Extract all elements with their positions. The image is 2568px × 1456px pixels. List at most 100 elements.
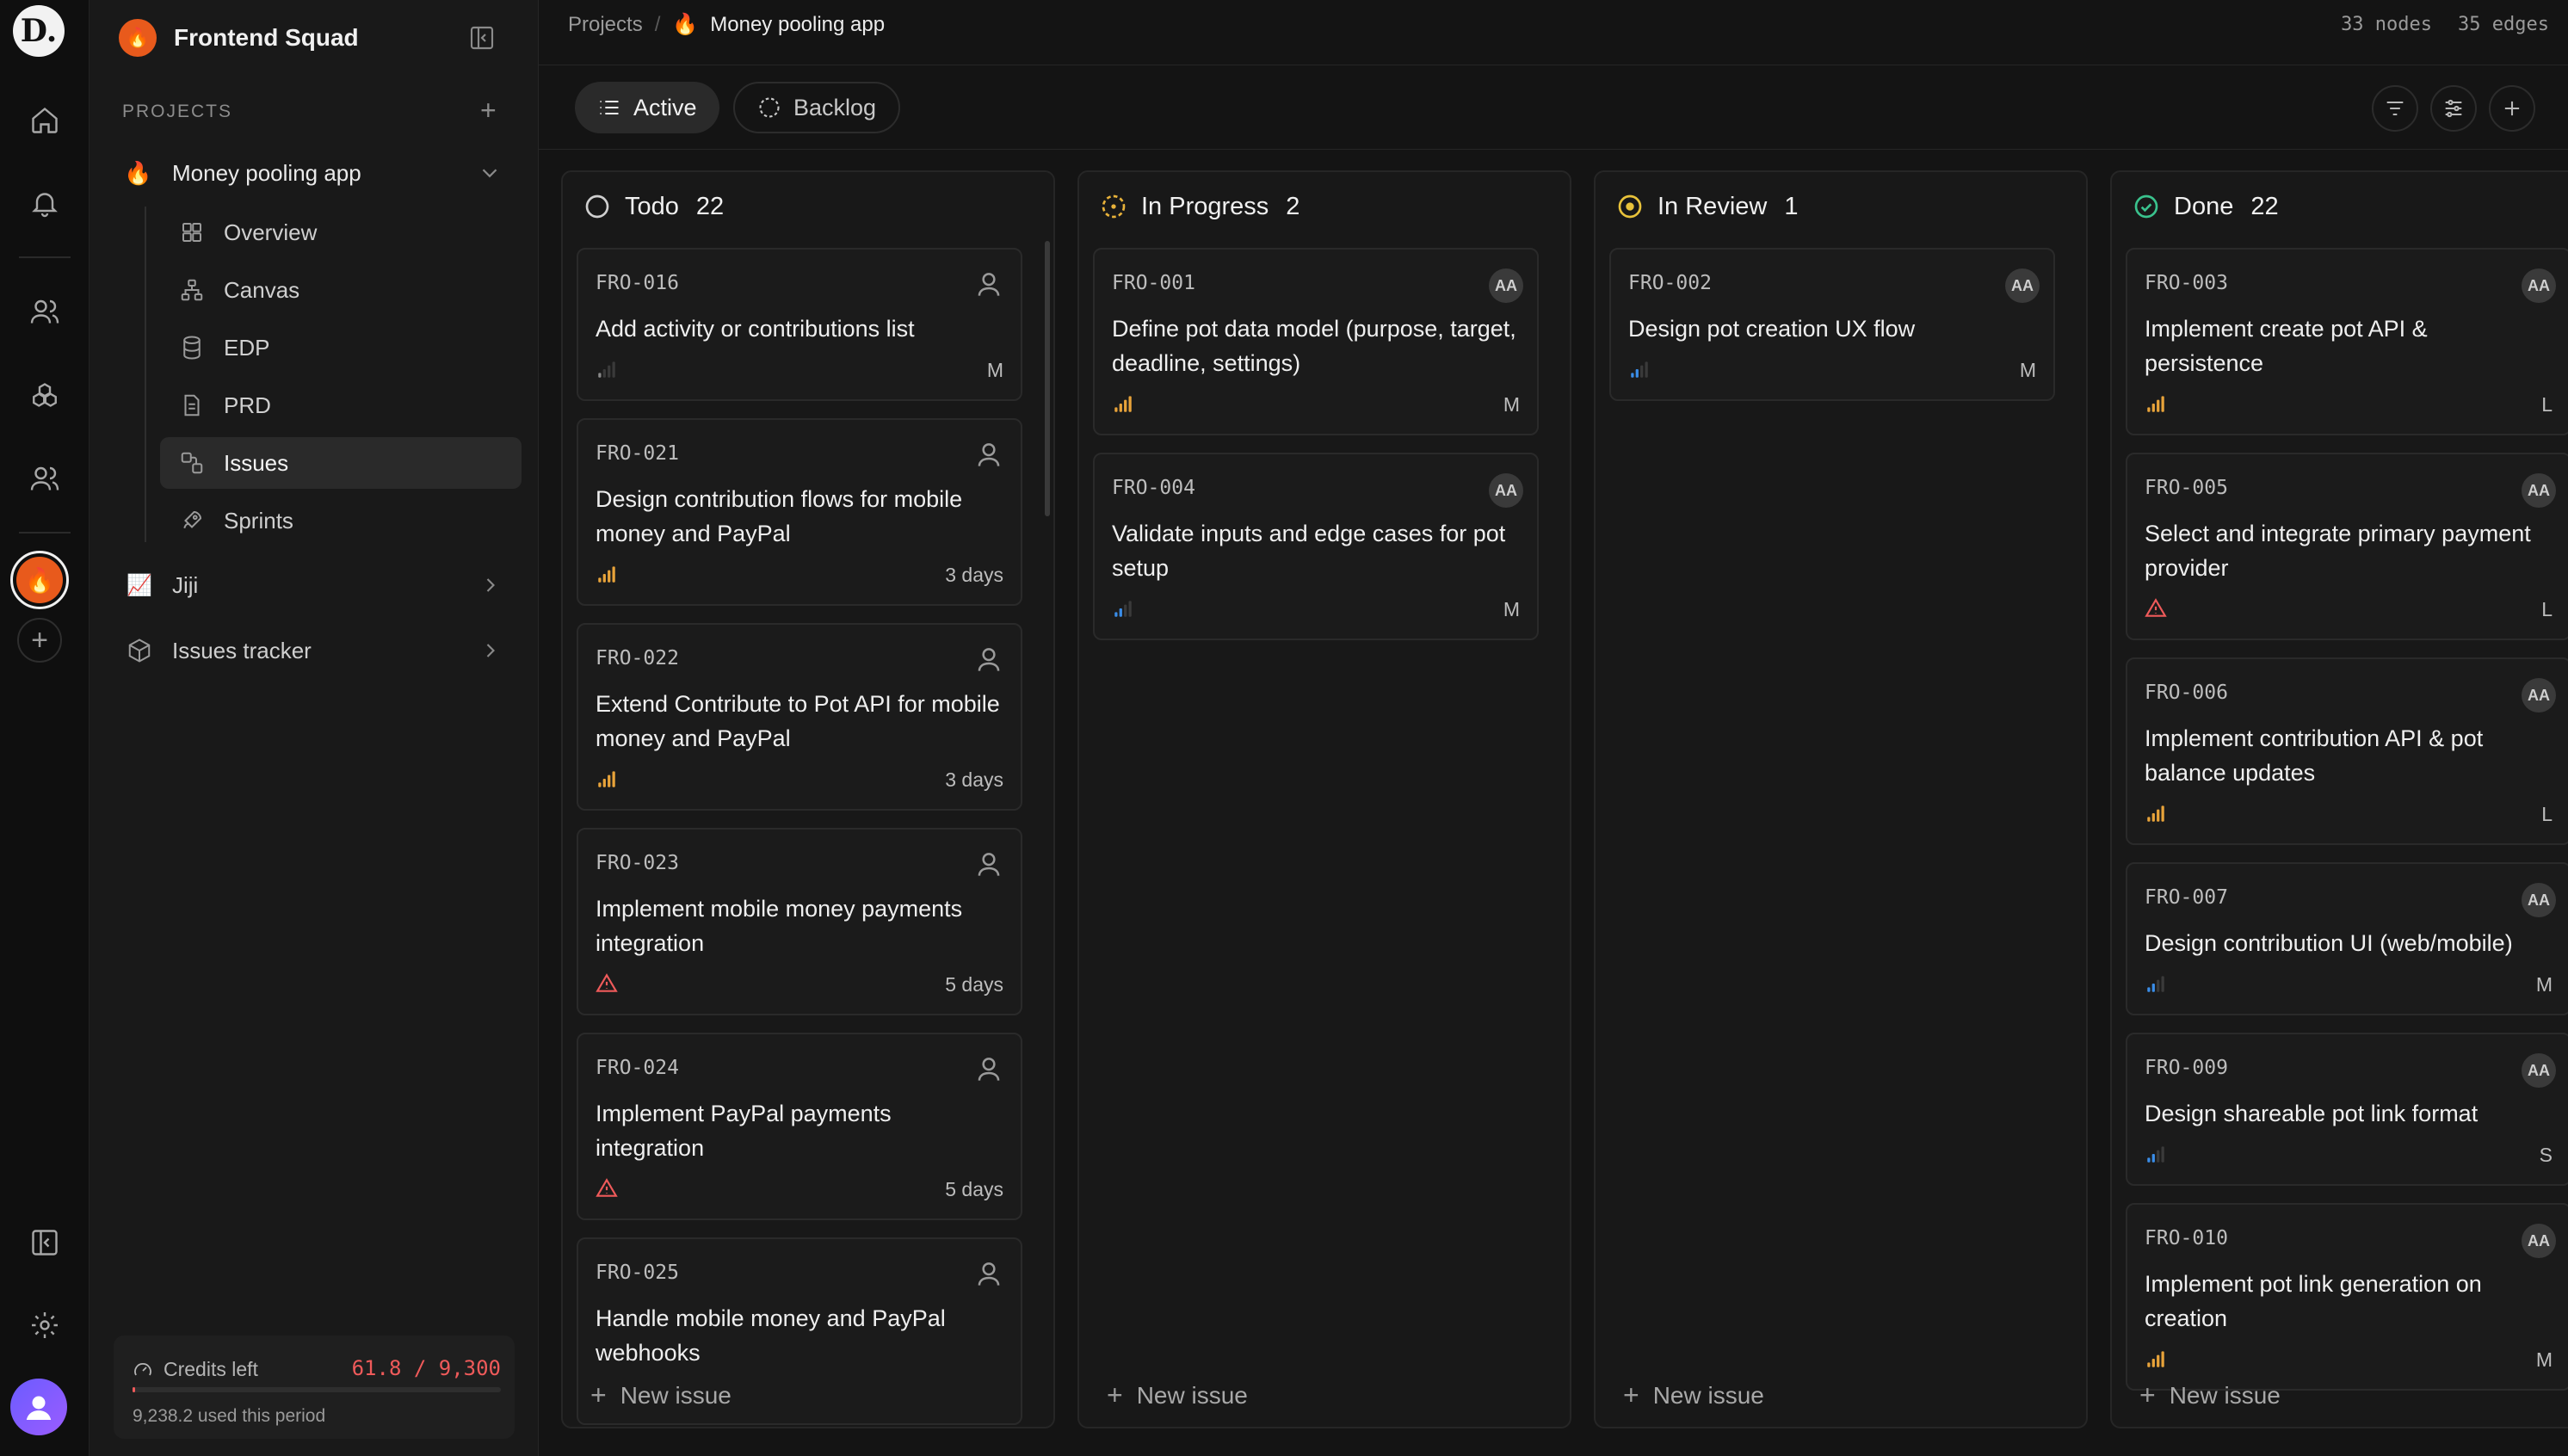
sidebar-item-issues[interactable]: Issues bbox=[160, 437, 522, 489]
issue-id: FRO-023 bbox=[596, 852, 679, 874]
priority-low-icon[interactable] bbox=[596, 358, 618, 380]
issue-id: FRO-010 bbox=[2145, 1227, 2228, 1249]
add-project-button[interactable]: + bbox=[17, 618, 62, 663]
priority-high-icon[interactable] bbox=[596, 563, 618, 585]
scrollbar[interactable] bbox=[1045, 241, 1050, 516]
column-done: Done 22 FRO-003 AA Implement create pot AP… bbox=[2110, 170, 2568, 1428]
unassigned-user-icon[interactable] bbox=[972, 439, 1005, 472]
new-issue-button[interactable]: + New issue bbox=[590, 1379, 732, 1411]
modules-icon[interactable] bbox=[19, 370, 71, 422]
sidebar-item-prd[interactable]: PRD bbox=[160, 379, 522, 431]
priority-medium-icon[interactable] bbox=[1112, 597, 1134, 620]
issue-estimate: L bbox=[2541, 393, 2553, 416]
active-project-avatar[interactable]: 🔥 bbox=[10, 551, 69, 609]
assignee-avatar[interactable]: AA bbox=[2522, 883, 2556, 917]
unassigned-user-icon[interactable] bbox=[972, 1053, 1005, 1086]
column-count: 1 bbox=[1784, 192, 1799, 220]
collapse-sidebar-icon[interactable] bbox=[468, 24, 496, 52]
assignee-avatar[interactable]: AA bbox=[2005, 268, 2040, 303]
sidebar-item-overview[interactable]: Overview bbox=[160, 207, 522, 258]
assignee-avatar[interactable]: AA bbox=[1489, 473, 1523, 508]
priority-medium-icon[interactable] bbox=[2145, 972, 2167, 995]
sidebar-toggle-icon[interactable] bbox=[19, 1217, 71, 1268]
assignee-avatar[interactable]: AA bbox=[1489, 268, 1523, 303]
user-avatar[interactable] bbox=[10, 1379, 67, 1435]
new-issue-button[interactable]: + New issue bbox=[1107, 1379, 1248, 1411]
issue-card[interactable]: FRO-006 AA Implement contribution API & po… bbox=[2126, 657, 2568, 845]
new-issue-button[interactable]: + New issue bbox=[1623, 1379, 1764, 1411]
priority-urgent-icon[interactable] bbox=[2145, 597, 2167, 620]
priority-urgent-icon[interactable] bbox=[596, 1177, 618, 1200]
issue-card[interactable]: FRO-005 AA Select and integrate primary pa… bbox=[2126, 453, 2568, 640]
filter-button[interactable] bbox=[2372, 85, 2418, 132]
issue-card[interactable]: FRO-016 Add activity or contributions lis… bbox=[577, 248, 1022, 401]
unassigned-user-icon[interactable] bbox=[972, 848, 1005, 881]
grid-icon bbox=[182, 223, 201, 242]
sidebar-item-sprints[interactable]: Sprints bbox=[160, 495, 522, 546]
priority-urgent-icon[interactable] bbox=[596, 972, 618, 995]
new-issue-button[interactable]: + New issue bbox=[2139, 1379, 2281, 1411]
issue-card[interactable]: FRO-002 AA Design pot creation UX flow M bbox=[1609, 248, 2055, 401]
issue-id: FRO-002 bbox=[1628, 272, 1712, 294]
issue-title: Design contribution flows for mobile mon… bbox=[596, 486, 963, 546]
breadcrumb-projects[interactable]: Projects bbox=[568, 13, 643, 37]
home-icon[interactable] bbox=[19, 95, 71, 146]
unassigned-user-icon[interactable] bbox=[972, 1258, 1005, 1291]
issue-card[interactable]: FRO-007 AA Design contribution UI (web/mob… bbox=[2126, 862, 2568, 1015]
team-switcher[interactable]: 🔥 Frontend Squad bbox=[119, 19, 359, 57]
add-issue-button[interactable] bbox=[2489, 85, 2535, 132]
issue-card[interactable]: FRO-024 Implement PayPal payments integra… bbox=[577, 1033, 1022, 1220]
assignee-avatar[interactable]: AA bbox=[2522, 678, 2556, 713]
team-icon[interactable] bbox=[19, 453, 71, 504]
users-icon[interactable] bbox=[19, 286, 71, 337]
sidebar-item-canvas[interactable]: Canvas bbox=[160, 264, 522, 316]
issue-estimate: M bbox=[1503, 393, 1520, 416]
assignee-avatar[interactable]: AA bbox=[2522, 1224, 2556, 1258]
priority-high-icon[interactable] bbox=[2145, 392, 2167, 415]
issue-card[interactable]: FRO-003 AA Implement create pot API & pers… bbox=[2126, 248, 2568, 435]
tab-active[interactable]: Active bbox=[575, 82, 719, 133]
issue-title: Handle mobile money and PayPal webhooks bbox=[596, 1305, 946, 1366]
issue-estimate: 5 days bbox=[945, 973, 1003, 996]
unassigned-user-icon[interactable] bbox=[972, 268, 1005, 301]
sidebar-item-edp[interactable]: EDP bbox=[160, 322, 522, 373]
settings-gear-icon[interactable] bbox=[19, 1299, 71, 1351]
display-options-button[interactable] bbox=[2430, 85, 2477, 132]
issue-title: Implement mobile money payments integrat… bbox=[596, 896, 963, 956]
project-money-pooling-app[interactable]: 🔥 Money pooling app bbox=[124, 155, 503, 191]
priority-high-icon[interactable] bbox=[1112, 392, 1134, 415]
issue-card[interactable]: FRO-004 AA Validate inputs and edge cases … bbox=[1093, 453, 1539, 640]
workspace-logo[interactable]: D. bbox=[13, 5, 65, 57]
priority-medium-icon[interactable] bbox=[2145, 1143, 2167, 1165]
issue-title: Define pot data model (purpose, target, … bbox=[1112, 316, 1516, 376]
list-icon bbox=[600, 100, 619, 115]
issue-card[interactable]: FRO-009 AA Design shareable pot link forma… bbox=[2126, 1033, 2568, 1186]
add-project-icon[interactable]: + bbox=[480, 95, 497, 126]
database-icon bbox=[183, 336, 201, 360]
unassigned-user-icon[interactable] bbox=[972, 644, 1005, 676]
bell-icon[interactable] bbox=[19, 177, 71, 229]
issue-estimate: 3 days bbox=[945, 564, 1003, 586]
issue-id: FRO-016 bbox=[596, 272, 679, 294]
issue-title: Implement create pot API & persistence bbox=[2145, 316, 2428, 376]
issue-card[interactable]: FRO-001 AA Define pot data model (purpose,… bbox=[1093, 248, 1539, 435]
column-count: 22 bbox=[2250, 192, 2279, 220]
issue-card[interactable]: FRO-022 Extend Contribute to Pot API for … bbox=[577, 623, 1022, 811]
priority-high-icon[interactable] bbox=[2145, 1348, 2167, 1370]
priority-medium-icon[interactable] bbox=[1628, 358, 1651, 380]
chart-icon: 📈 bbox=[127, 573, 152, 597]
assignee-avatar[interactable]: AA bbox=[2522, 1053, 2556, 1088]
chevron-right-icon bbox=[486, 644, 495, 657]
project-name: Jiji bbox=[172, 571, 199, 598]
assignee-avatar[interactable]: AA bbox=[2522, 268, 2556, 303]
priority-high-icon[interactable] bbox=[2145, 802, 2167, 824]
in-progress-circle-icon bbox=[1102, 194, 1126, 219]
project-jiji[interactable]: 📈 Jiji bbox=[124, 566, 503, 604]
priority-high-icon[interactable] bbox=[596, 768, 618, 790]
assignee-avatar[interactable]: AA bbox=[2522, 473, 2556, 508]
issue-card[interactable]: FRO-021 Design contribution flows for mob… bbox=[577, 418, 1022, 606]
project-issues-tracker[interactable]: Issues tracker bbox=[124, 632, 503, 669]
issue-card[interactable]: FRO-023 Implement mobile money payments i… bbox=[577, 828, 1022, 1015]
issue-card[interactable]: FRO-010 AA Implement pot link generation o… bbox=[2126, 1203, 2568, 1391]
tab-backlog[interactable]: Backlog bbox=[733, 82, 901, 133]
